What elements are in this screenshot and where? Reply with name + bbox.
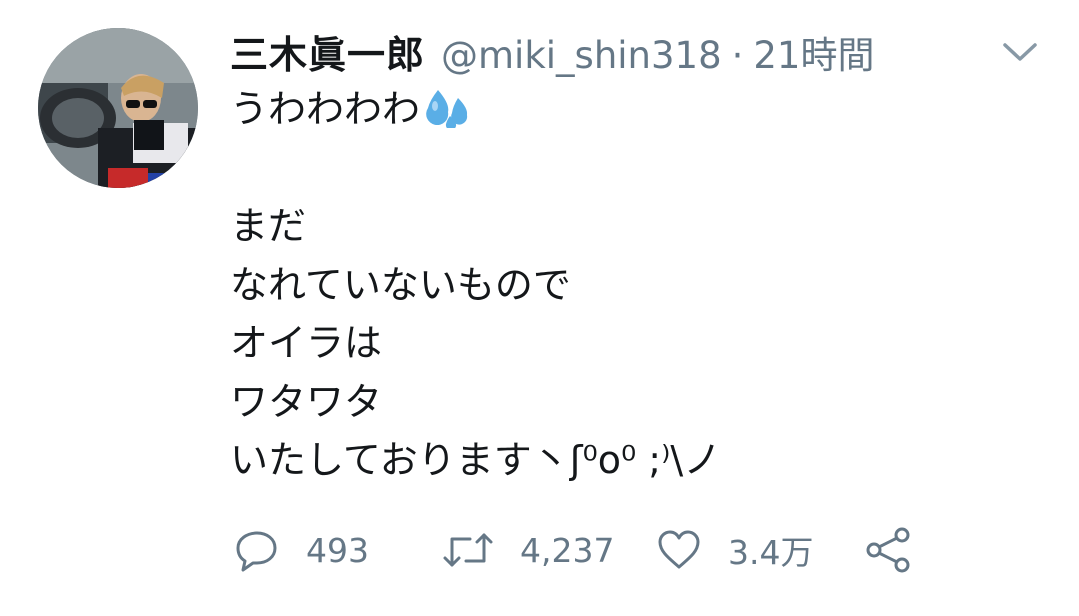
tweet-text-line: いたしております丶ʃ⁰o⁰ ;⁾\ノ: [230, 438, 722, 482]
tweet-header: 三木眞一郎 @miki_shin318 · 21時間: [230, 24, 874, 77]
retweet-count: 4,237: [520, 530, 615, 570]
tweet-text: うわわわわ まだ なれていないもので オイラは ワタワタ いたしております丶ʃ⁰…: [230, 80, 721, 490]
tweet-text-line: なれていないもので: [230, 262, 571, 307]
share-button[interactable]: [864, 522, 912, 578]
display-name[interactable]: 三木眞一郎: [230, 24, 425, 79]
tweet-text-line: まだ: [230, 204, 307, 248]
tweet-text-line: ワタワタ: [230, 379, 383, 424]
tweet-actions: 493 4,237 3.4万: [230, 522, 990, 578]
tweet-text-first: うわわわわ: [230, 87, 421, 131]
reply-button[interactable]: 493: [234, 522, 369, 578]
share-icon: [866, 527, 910, 573]
like-count: 3.4万: [728, 533, 814, 572]
tweet-text-line: オイラは: [230, 321, 383, 365]
heart-icon: [658, 530, 700, 569]
avatar-photo: [38, 28, 198, 188]
retweet-button[interactable]: 4,237: [442, 522, 614, 578]
reply-icon: [236, 531, 277, 572]
timestamp[interactable]: 21時間: [753, 25, 874, 79]
chevron-down-icon[interactable]: [999, 36, 1041, 66]
reply-count: 493: [306, 530, 369, 570]
like-button[interactable]: 3.4万: [656, 522, 813, 578]
avatar[interactable]: [38, 28, 198, 188]
separator-dot: ·: [731, 34, 744, 77]
tweet-text-line: [230, 139, 721, 198]
retweet-icon: [443, 533, 493, 567]
tweet-text-line: うわわわわ: [230, 80, 721, 139]
tweet[interactable]: 三木眞一郎 @miki_shin318 · 21時間 うわわわわ まだ なれてい…: [0, 0, 1079, 616]
sweat-droplets-icon: [424, 86, 472, 145]
user-handle[interactable]: @miki_shin318: [441, 34, 722, 77]
